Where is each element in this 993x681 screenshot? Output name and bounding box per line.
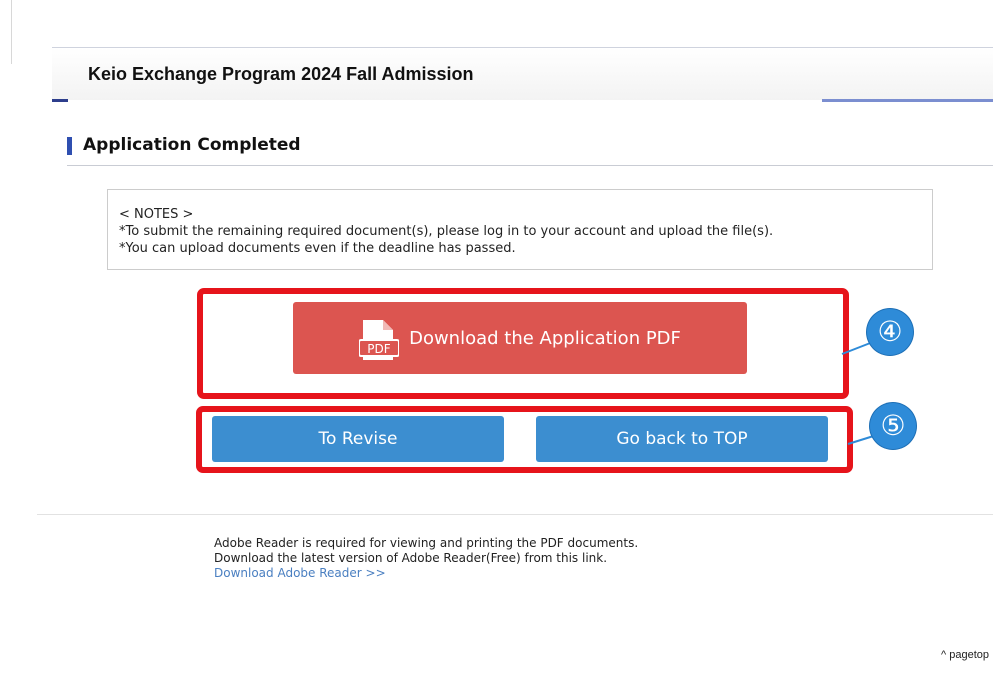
pagetop-link[interactable]: ^ pagetop xyxy=(941,649,989,661)
footer-line-2: Download the latest version of Adobe Rea… xyxy=(214,551,608,565)
footer-notes: Adobe Reader is required for viewing and… xyxy=(214,536,638,581)
footer-divider xyxy=(37,514,993,515)
badge-4-label: ④ xyxy=(877,315,903,348)
footer-line-1: Adobe Reader is required for viewing and… xyxy=(214,536,639,550)
callout-badge-4: ④ xyxy=(867,309,913,355)
download-adobe-reader-link[interactable]: Download Adobe Reader >> xyxy=(214,566,638,581)
badge-5-label: ⑤ xyxy=(880,409,906,442)
callout-badge-5: ⑤ xyxy=(870,403,916,449)
